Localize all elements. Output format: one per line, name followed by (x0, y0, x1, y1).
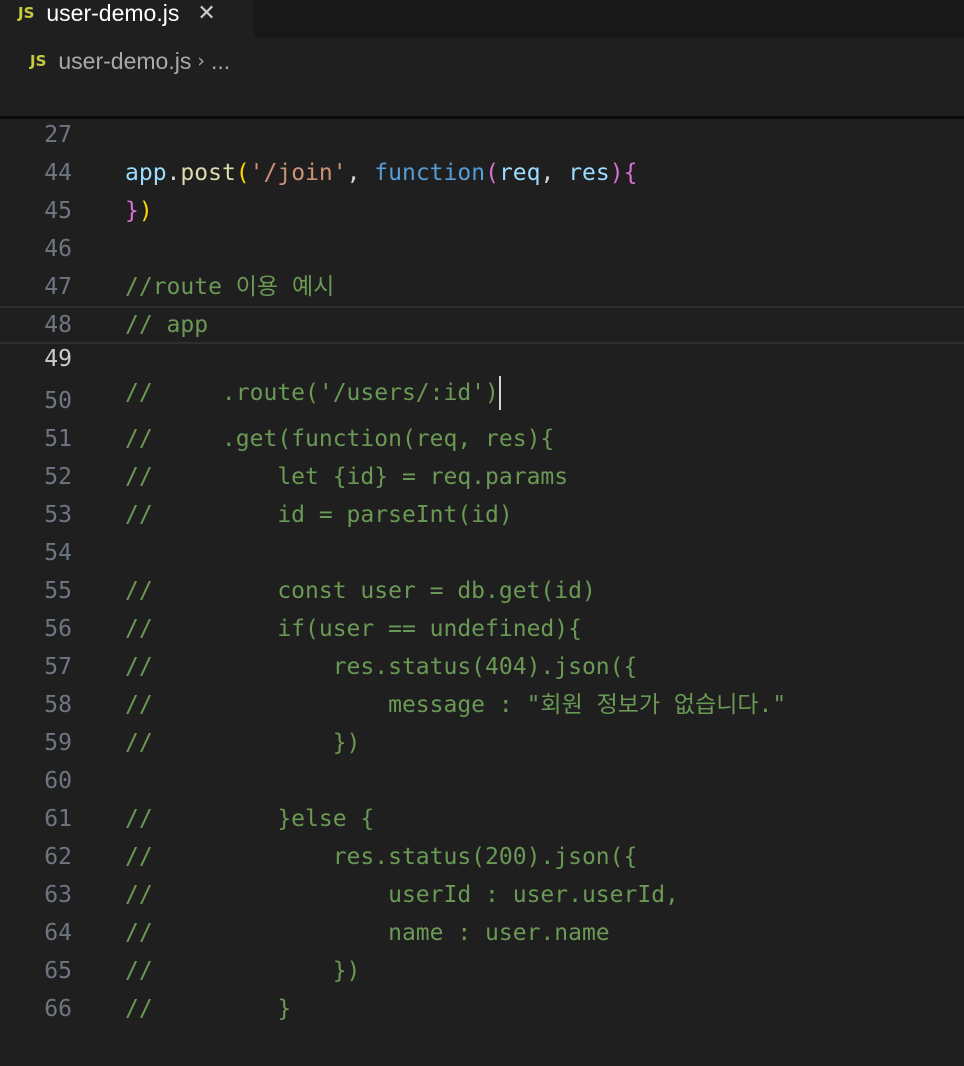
code-line[interactable]: 63 // name : user.name (0, 838, 964, 946)
breadcrumb-file[interactable]: user-demo.js (58, 48, 191, 75)
token-res: res (568, 160, 610, 186)
tab-user-demo[interactable]: JS user-demo.js ✕ (0, 0, 254, 38)
token-post: post (180, 160, 236, 186)
token-string: '/join' (249, 160, 347, 186)
code-line[interactable]: 62 // userId : user.userId, (0, 800, 964, 908)
code-line[interactable]: 64 // }) (0, 876, 964, 984)
code-line[interactable]: 65 // } (0, 914, 964, 1022)
code-line[interactable]: 47 // app (0, 230, 964, 338)
token-comma: , (540, 160, 569, 186)
javascript-file-icon: JS (30, 52, 47, 70)
code-line[interactable]: 53 (0, 458, 964, 528)
tab-bar: JS user-demo.js ✕ (0, 0, 964, 38)
code-comment: // } (125, 996, 292, 1022)
breadcrumb: JS user-demo.js › ... (30, 44, 230, 78)
code-line[interactable]: 55 // if(user == undefined){ (0, 534, 964, 642)
code-line[interactable]: 54 // const user = db.get(id) (0, 496, 964, 604)
token-brace: { (623, 160, 638, 186)
code-line[interactable]: 59 (0, 686, 964, 756)
breadcrumb-more[interactable]: ... (211, 48, 230, 75)
code-line[interactable]: 60 // }else { (0, 724, 964, 832)
close-icon[interactable]: ✕ (197, 1, 215, 26)
line-number: 66 (44, 996, 72, 1022)
chevron-right-icon: › (197, 50, 205, 72)
current-line[interactable]: 49 // .route('/users/:id') (0, 306, 964, 410)
token-dot: . (166, 160, 181, 186)
code-line[interactable]: 56 // res.status(404).json({ (0, 572, 964, 680)
code-line[interactable]: 66 (0, 952, 964, 1022)
sticky-scroll-line[interactable]: 27 app.post('/join', function(req, res){ (0, 78, 964, 186)
token-paren: ( (235, 160, 250, 186)
code-line[interactable]: 50 // .get(function(req, res){ (0, 344, 964, 452)
token-paren: ( (485, 160, 499, 186)
code-line[interactable]: 46 //route 이용 예시 (0, 192, 964, 300)
line-number: 27 (44, 122, 72, 148)
code-line[interactable]: 51 // let {id} = req.params (0, 382, 964, 490)
code-line[interactable]: 48 (0, 268, 964, 338)
tab-filename: user-demo.js (46, 0, 180, 26)
code-line[interactable]: 57 // message : "회원 정보가 없습니다." (0, 610, 964, 718)
code-line[interactable]: 52 // id = parseInt(id) (0, 420, 964, 528)
token-req: req (498, 160, 541, 186)
code-line[interactable]: 61 // res.status(200).json({ (0, 762, 964, 870)
javascript-file-icon: JS (18, 4, 35, 22)
token-app: app (125, 160, 167, 186)
code-line[interactable]: 44 }) (0, 116, 964, 224)
code-line[interactable]: 58 // }) (0, 648, 964, 756)
token-paren: ) (609, 160, 624, 186)
code-text: app.post('/join', function(req, res){ (125, 154, 637, 192)
token-comma: , (346, 160, 375, 186)
token-keyword: function (374, 160, 486, 186)
